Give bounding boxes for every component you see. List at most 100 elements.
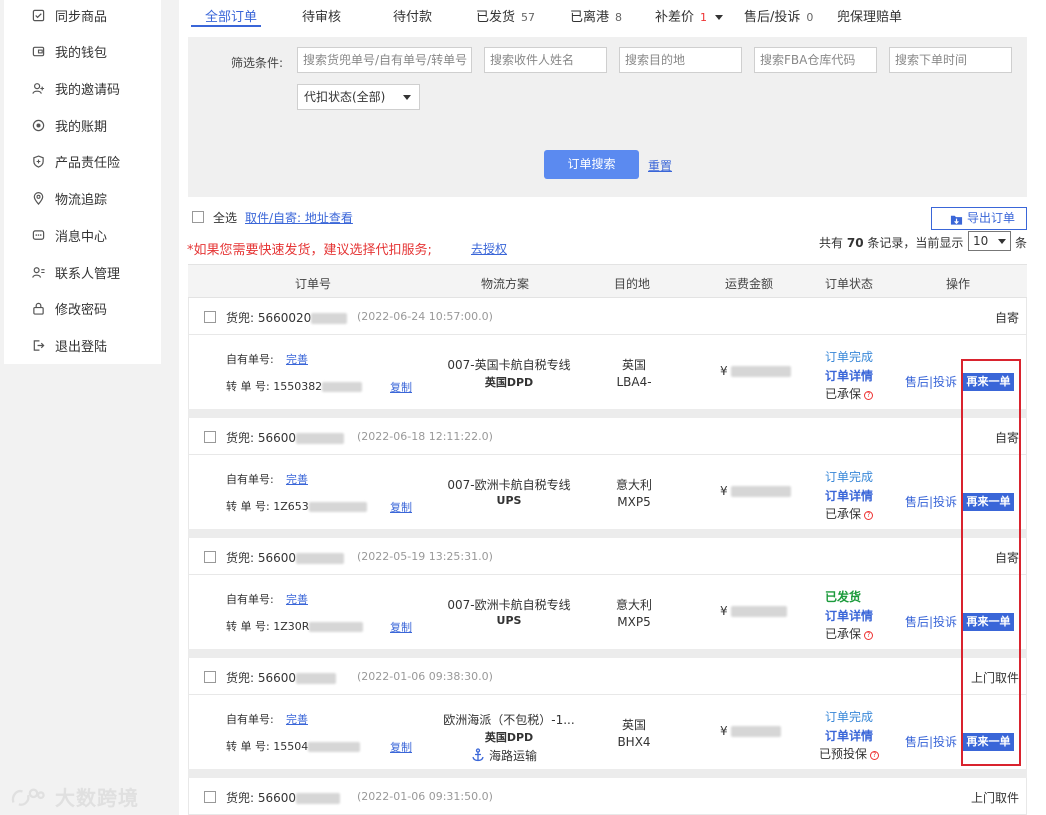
page-root: 同步商品 我的钱包 我的邀请码 我的账期 产品责任险 物流追踪 消息中心 联系人… bbox=[0, 0, 1046, 815]
order-time-search-input[interactable]: 搜索下单时间 bbox=[889, 47, 1012, 73]
insurance-status: 已承保? bbox=[825, 505, 874, 522]
carrier: UPS bbox=[496, 614, 522, 627]
sidebar-item-logistics-tracking[interactable]: 物流追踪 bbox=[4, 180, 161, 217]
order-body: 自有单号: 完善 转 单 号: 1Z30R 复制 007-欧洲卡航自税专线 UPS … bbox=[188, 575, 1027, 649]
tab-price-difference[interactable]: 补差价 1 bbox=[655, 6, 724, 25]
order-checkbox[interactable] bbox=[204, 791, 216, 803]
filter-panel: 筛选条件: 搜索货兜单号/自有单号/转单号 搜索收件人姓名 搜索目的地 搜索FB… bbox=[188, 37, 1027, 197]
user-plus-icon bbox=[31, 82, 45, 96]
order-body: 自有单号: 完善 转 单 号: 1Z653 复制 007-欧洲卡航自税专线 UPS … bbox=[188, 455, 1027, 529]
complete-own-number-link[interactable]: 完善 bbox=[286, 471, 308, 487]
tab-all-orders[interactable]: 全部订单 bbox=[205, 6, 257, 25]
copy-link[interactable]: 复制 bbox=[390, 499, 412, 515]
reorder-button[interactable]: 再来一单 bbox=[963, 733, 1014, 751]
sidebar-item-logout[interactable]: 退出登陆 bbox=[4, 327, 161, 364]
sidebar-item-billing-period[interactable]: 我的账期 bbox=[4, 107, 161, 144]
after-sales-link[interactable]: 售后|投诉 bbox=[905, 373, 957, 390]
order-time: (2022-05-19 13:25:31.0) bbox=[357, 550, 493, 563]
select-all-label: 全选 bbox=[213, 211, 238, 225]
copy-link[interactable]: 复制 bbox=[390, 379, 412, 395]
sidebar-item-sync-products[interactable]: 同步商品 bbox=[4, 0, 161, 34]
column-header-logistics-plan: 物流方案 bbox=[481, 277, 530, 291]
order-header: 货兜: 56600 (2022-06-18 12:11:22.0) 自寄 bbox=[188, 418, 1027, 455]
order-checkbox[interactable] bbox=[204, 671, 216, 683]
sidebar-item-contacts[interactable]: 联系人管理 bbox=[4, 254, 161, 291]
order-id: 货兜: 56600 bbox=[226, 549, 345, 566]
sidebar-item-liability-insurance[interactable]: 产品责任险 bbox=[4, 143, 161, 180]
page-size-select[interactable]: 10 bbox=[968, 231, 1011, 251]
help-icon[interactable]: ? bbox=[864, 511, 874, 520]
help-icon[interactable]: ? bbox=[870, 751, 880, 760]
tab-count: 8 bbox=[615, 11, 623, 24]
order-checkbox[interactable] bbox=[204, 551, 216, 563]
order-row: 货兜: 56600 (2022-01-06 09:31:50.0) 上门取件 bbox=[188, 778, 1027, 815]
copy-link[interactable]: 复制 bbox=[390, 739, 412, 755]
export-folder-icon bbox=[950, 212, 963, 225]
sidebar-item-label: 我的邀请码 bbox=[55, 83, 121, 98]
complete-own-number-link[interactable]: 完善 bbox=[286, 711, 308, 727]
tab-shipped[interactable]: 已发货 57 bbox=[476, 6, 535, 25]
copy-link[interactable]: 复制 bbox=[390, 619, 412, 635]
sidebar-item-message-center[interactable]: 消息中心 bbox=[4, 217, 161, 254]
complete-own-number-link[interactable]: 完善 bbox=[286, 591, 308, 607]
complete-own-number-link[interactable]: 完善 bbox=[286, 351, 308, 367]
fba-warehouse-search-input[interactable]: 搜索FBA仓库代码 bbox=[754, 47, 877, 73]
after-sales-link[interactable]: 售后|投诉 bbox=[905, 493, 957, 510]
order-detail-link[interactable]: 订单详情 bbox=[825, 607, 873, 624]
order-number-search-input[interactable]: 搜索货兜单号/自有单号/转单号 bbox=[297, 47, 472, 73]
sidebar-item-label: 物流追踪 bbox=[55, 193, 108, 208]
order-checkbox[interactable] bbox=[204, 431, 216, 443]
order-checkbox[interactable] bbox=[204, 311, 216, 323]
authorize-link[interactable]: 去授权 bbox=[471, 240, 507, 257]
chevron-down-icon bbox=[403, 95, 411, 100]
transfer-number-line: 转 单 号: 1550382 复制 bbox=[226, 380, 412, 394]
row-separator bbox=[188, 649, 1027, 658]
after-sales-link[interactable]: 售后|投诉 bbox=[905, 733, 957, 750]
order-detail-link[interactable]: 订单详情 bbox=[825, 367, 873, 384]
watermark-logo-icon bbox=[11, 788, 45, 806]
row-separator bbox=[188, 769, 1027, 778]
sidebar-item-label: 修改密码 bbox=[55, 303, 108, 318]
deduction-status-select[interactable]: 代扣状态(全部) bbox=[297, 84, 420, 110]
tab-departed[interactable]: 已离港 8 bbox=[570, 6, 622, 25]
select-all-checkbox[interactable] bbox=[192, 211, 204, 223]
after-sales-link[interactable]: 售后|投诉 bbox=[905, 613, 957, 630]
wallet-icon bbox=[31, 45, 45, 59]
order-detail-link[interactable]: 订单详情 bbox=[825, 727, 873, 744]
help-icon[interactable]: ? bbox=[864, 391, 874, 400]
order-row: 货兜: 5660020 (2022-06-24 10:57:00.0) 自寄 自… bbox=[188, 298, 1027, 418]
recipient-name-search-input[interactable]: 搜索收件人姓名 bbox=[484, 47, 607, 73]
sidebar-item-label: 消息中心 bbox=[55, 230, 108, 245]
own-number-line: 自有单号: 完善 bbox=[226, 353, 308, 366]
address-view-link[interactable]: 取件/自寄: 地址查看 bbox=[245, 209, 353, 226]
order-row: 货兜: 56600 (2022-01-06 09:38:30.0) 上门取件 自… bbox=[188, 658, 1027, 778]
export-orders-button[interactable]: 导出订单 bbox=[931, 207, 1027, 230]
tab-after-sales[interactable]: 售后/投诉 0 bbox=[744, 6, 813, 25]
circle-dot-icon bbox=[31, 119, 45, 133]
sidebar-item-invite-code[interactable]: 我的邀请码 bbox=[4, 70, 161, 107]
reset-link[interactable]: 重置 bbox=[648, 157, 672, 174]
order-search-button[interactable]: 订单搜索 bbox=[544, 150, 639, 179]
shield-icon bbox=[31, 155, 45, 169]
order-detail-link[interactable]: 订单详情 bbox=[825, 487, 873, 504]
order-type: 自寄 bbox=[994, 551, 1019, 565]
sidebar-item-label: 我的钱包 bbox=[55, 46, 108, 61]
reorder-button[interactable]: 再来一单 bbox=[963, 613, 1014, 631]
sidebar-item-wallet[interactable]: 我的钱包 bbox=[4, 33, 161, 70]
order-header: 货兜: 56600 (2022-01-06 09:31:50.0) 上门取件 bbox=[188, 778, 1027, 815]
redacted-mask bbox=[309, 622, 364, 632]
help-icon[interactable]: ? bbox=[864, 631, 874, 640]
tab-pending-review[interactable]: 待审核 bbox=[302, 6, 341, 25]
sidebar-item-change-password[interactable]: 修改密码 bbox=[4, 290, 161, 327]
tab-pending-payment[interactable]: 待付款 bbox=[393, 6, 432, 25]
reorder-button[interactable]: 再来一单 bbox=[963, 373, 1014, 391]
order-type: 上门取件 bbox=[970, 791, 1019, 805]
carrier: 英国DPD bbox=[484, 731, 534, 744]
destination-search-input[interactable]: 搜索目的地 bbox=[619, 47, 742, 73]
order-header: 货兜: 56600 (2022-05-19 13:25:31.0) 自寄 bbox=[188, 538, 1027, 575]
tab-insurance-claims[interactable]: 兜保理赔单 bbox=[837, 6, 902, 25]
reorder-button[interactable]: 再来一单 bbox=[963, 493, 1014, 511]
row-separator bbox=[188, 409, 1027, 418]
chevron-down-icon bbox=[998, 239, 1006, 244]
own-number-line: 自有单号: 完善 bbox=[226, 473, 308, 486]
